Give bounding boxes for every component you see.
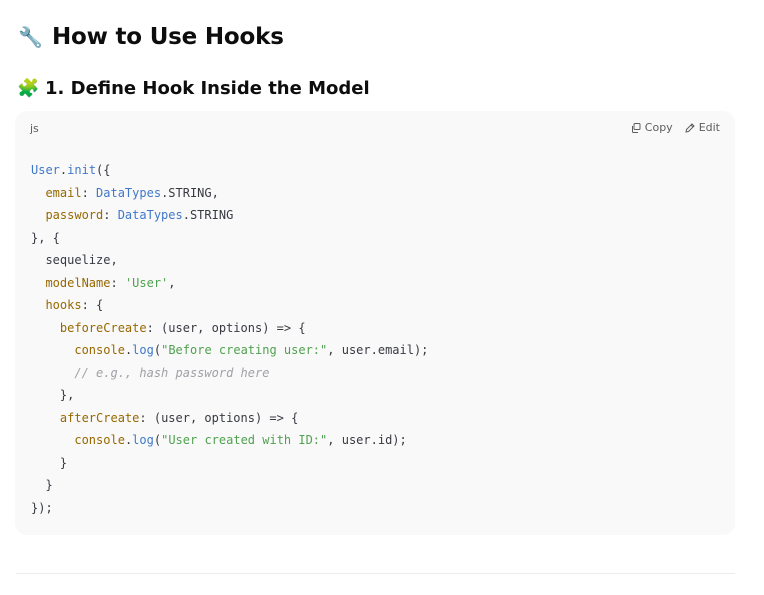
code-token: ( — [153, 343, 162, 357]
code-token: }, { — [31, 230, 60, 245]
edit-button[interactable]: Edit — [685, 121, 720, 134]
code-language-label: js — [30, 122, 39, 135]
puzzle-piece-icon: 🧩 — [17, 78, 40, 99]
section-heading-text: How to Use Hooks — [52, 24, 284, 50]
code-token: .STRING, — [161, 185, 219, 200]
code-token: sequelize, — [31, 253, 118, 267]
code-line: }); — [31, 497, 428, 520]
code-token: , — [168, 275, 176, 290]
chat-message-page: 🔧 How to Use Hooks 🧩 1. Define Hook Insi… — [0, 0, 764, 595]
copy-icon — [631, 122, 641, 133]
edit-button-label: Edit — [698, 121, 720, 134]
code-token: User — [31, 163, 60, 177]
copy-button[interactable]: Copy — [631, 121, 673, 134]
code-line: modelName: 'User', — [31, 272, 428, 295]
code-token: init — [67, 163, 97, 177]
code-line: hooks: { — [31, 294, 428, 317]
code-line: sequelize, — [31, 249, 428, 272]
code-block-header: js Copy Edit — [15, 111, 735, 145]
wrench-icon: 🔧 — [18, 25, 43, 49]
code-block-actions: Copy Edit — [631, 121, 720, 134]
section-heading: 🔧 How to Use Hooks — [18, 22, 284, 52]
code-line: User.init({ — [31, 159, 428, 182]
pencil-icon — [685, 122, 695, 133]
code-token: : — [103, 208, 118, 222]
code-token: console — [74, 433, 125, 447]
code-token: } — [31, 478, 53, 492]
code-line: } — [31, 474, 428, 497]
code-token: password — [45, 208, 104, 222]
code-line: password: DataTypes.STRING — [31, 204, 428, 227]
code-token: : — [110, 275, 125, 290]
code-token: log — [132, 433, 154, 447]
code-token: email — [45, 185, 82, 200]
code-token: // e.g., hash password here — [74, 365, 270, 380]
code-block: js Copy Edit User.init({email: DataType… — [15, 111, 735, 535]
code-token: }); — [31, 500, 53, 515]
code-line: console.log("User created with ID:", use… — [31, 429, 428, 452]
code-token: }, — [31, 388, 75, 402]
code-token: , user.email); — [327, 343, 429, 357]
code-line: console.log("Before creating user:", use… — [31, 339, 428, 362]
code-token: hooks — [45, 298, 82, 312]
code-token: ( — [153, 433, 162, 447]
code-token: : (user, options) => { — [139, 410, 299, 425]
code-token: "User created with ID:" — [161, 433, 328, 447]
code-token: afterCreate — [59, 410, 140, 425]
code-token: "Before creating user:" — [161, 343, 328, 357]
code-token: : { — [81, 298, 104, 312]
code-token: : — [81, 185, 97, 200]
code-line: afterCreate: (user, options) => { — [31, 407, 428, 430]
code-token: ({ — [96, 163, 111, 177]
code-token: log — [132, 343, 154, 357]
code-token: modelName — [45, 275, 111, 290]
copy-button-label: Copy — [644, 121, 673, 134]
code-token: } — [31, 455, 68, 470]
code-token: DataTypes — [96, 185, 162, 200]
code-token: DataTypes — [117, 208, 183, 222]
code-token: , user.id); — [327, 433, 407, 447]
code-line: email: DataTypes.STRING, — [31, 182, 428, 205]
code-token: beforeCreate — [59, 320, 147, 335]
subsection-heading: 🧩 1. Define Hook Inside the Model — [17, 77, 370, 101]
section-divider — [16, 573, 735, 574]
subsection-heading-text: 1. Define Hook Inside the Model — [45, 78, 370, 99]
code-line: }, — [31, 384, 428, 407]
code-line: }, { — [31, 227, 428, 250]
code-line: beforeCreate: (user, options) => { — [31, 317, 428, 340]
code-token: .STRING — [182, 208, 234, 222]
code-content: User.init({ email: DataTypes.STRING, pas… — [31, 159, 428, 519]
code-token: : (user, options) => { — [146, 320, 306, 335]
code-line: // e.g., hash password here — [31, 362, 428, 385]
code-token: 'User' — [124, 275, 169, 290]
code-line: } — [31, 452, 428, 475]
code-token: console — [74, 343, 125, 357]
